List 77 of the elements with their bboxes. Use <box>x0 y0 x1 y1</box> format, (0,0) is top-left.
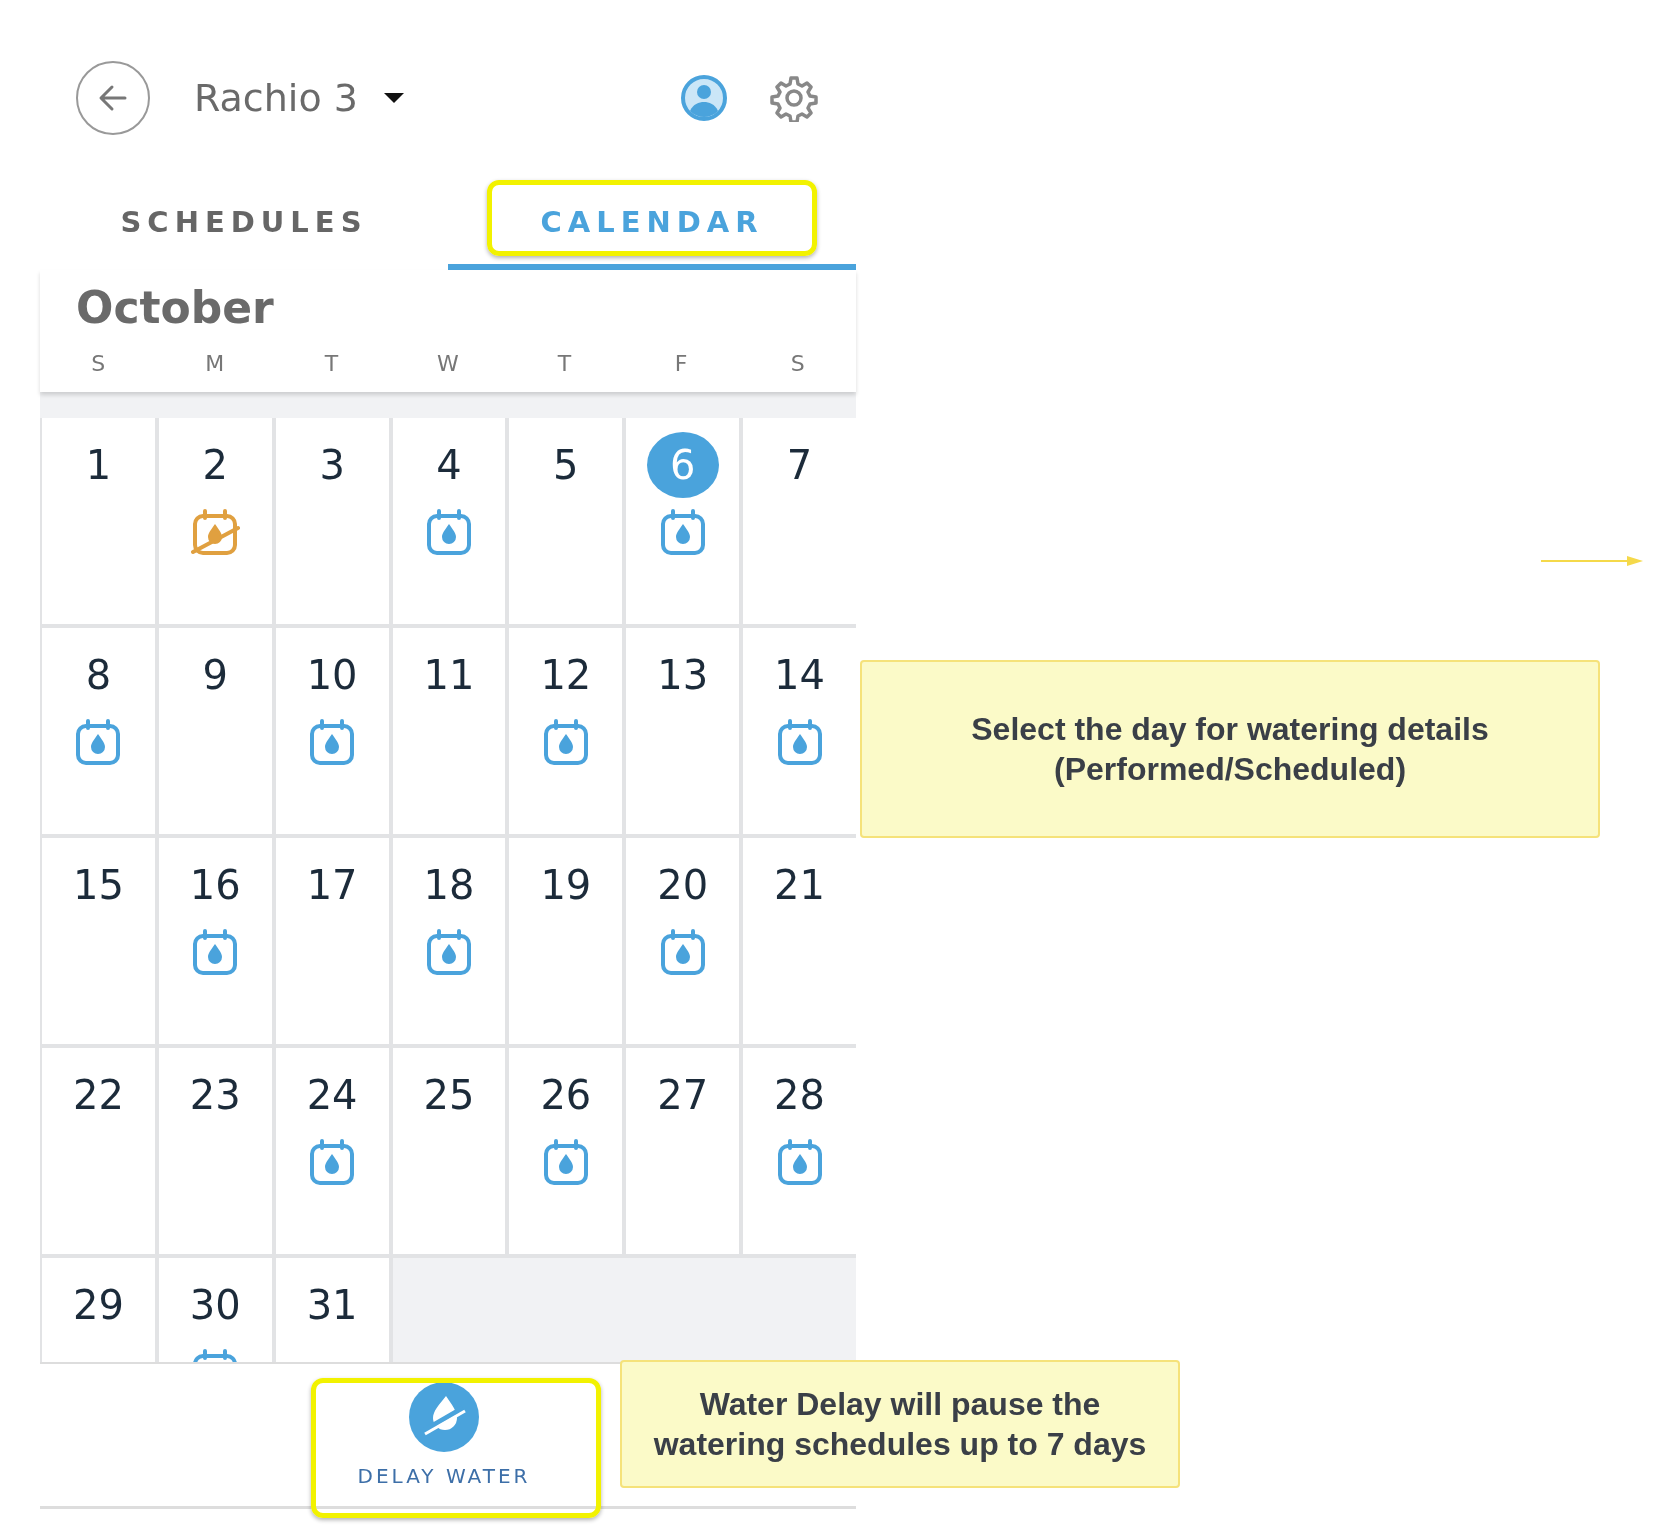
weekday-label: W <box>436 351 460 376</box>
weekday-label: S <box>90 351 107 376</box>
day-cell[interactable]: 8 <box>42 628 155 834</box>
profile-icon[interactable] <box>680 74 728 122</box>
day-cell[interactable]: 23 <box>158 1048 272 1254</box>
day-cell[interactable]: 26 <box>509 1048 623 1254</box>
day-cell[interactable]: 9 <box>158 628 272 834</box>
weekday-label: S <box>789 351 806 376</box>
tab[interactable]: SCHEDULES <box>40 180 448 270</box>
day-number: 24 <box>305 1071 359 1120</box>
day-number: 19 <box>539 861 593 910</box>
day-number: 11 <box>422 651 476 700</box>
delay-drop-icon <box>409 1382 479 1452</box>
annotation-note: Select the day for watering details (Performed/Scheduled) <box>860 660 1600 838</box>
day-number: 27 <box>656 1071 710 1120</box>
day-cell[interactable]: 25 <box>392 1048 506 1254</box>
weekday-label: M <box>204 351 226 376</box>
day-cell[interactable]: 7 <box>743 418 856 624</box>
day-cell[interactable]: 16 <box>158 838 272 1044</box>
device-dropdown[interactable]: Rachio 3 <box>194 76 406 120</box>
day-cell[interactable]: 27 <box>626 1048 740 1254</box>
day-number: 5 <box>552 441 580 490</box>
day-cell[interactable]: 11 <box>392 628 506 834</box>
day-number: 14 <box>773 651 826 700</box>
day-number: 12 <box>539 651 593 700</box>
day-cell[interactable]: 13 <box>626 628 740 834</box>
day-cell[interactable]: 14 <box>743 628 856 834</box>
day-number: 17 <box>305 861 359 910</box>
annotation-note: Water Delay will pause the watering schedules up to 7 days <box>620 1360 1180 1488</box>
month-title: October <box>76 282 275 333</box>
day-number: 16 <box>188 861 242 910</box>
day-number: 23 <box>188 1071 242 1120</box>
day-cell[interactable]: 15 <box>42 838 155 1044</box>
day-cell[interactable]: 28 <box>743 1048 856 1254</box>
day-cell[interactable]: 22 <box>42 1048 155 1254</box>
day-number: 13 <box>656 651 710 700</box>
day-cell[interactable]: 19 <box>509 838 623 1044</box>
day-number: 26 <box>539 1071 593 1120</box>
day-number: 31 <box>305 1281 359 1330</box>
day-cell[interactable]: 18 <box>392 838 506 1044</box>
day-cell[interactable]: 29 <box>42 1258 155 1362</box>
day-cell[interactable]: 12 <box>509 628 623 834</box>
settings-icon[interactable] <box>770 74 818 122</box>
day-number: 29 <box>71 1281 125 1330</box>
day-number: 8 <box>84 651 113 700</box>
day-number: 6 <box>646 432 719 498</box>
day-cell[interactable]: 20 <box>626 838 740 1044</box>
weekday-label: T <box>323 351 340 376</box>
day-cell[interactable]: 3 <box>275 418 389 624</box>
day-cell[interactable]: 5 <box>509 418 623 624</box>
weekday-label: F <box>673 351 689 376</box>
day-number: 22 <box>71 1071 125 1120</box>
day-cell[interactable]: 21 <box>743 838 856 1044</box>
day-number: 7 <box>785 441 814 490</box>
day-number: 25 <box>422 1071 476 1120</box>
day-number: 9 <box>201 651 229 700</box>
arrow-icon <box>1541 555 1643 567</box>
day-number: 4 <box>435 441 463 490</box>
day-number: 21 <box>773 861 826 910</box>
day-number: 30 <box>188 1281 242 1330</box>
weekday-label: T <box>556 351 573 376</box>
day-number: 15 <box>71 861 125 910</box>
day-cell[interactable]: 17 <box>275 838 389 1044</box>
day-cell[interactable]: 4 <box>392 418 506 624</box>
day-cell[interactable]: 31 <box>275 1258 389 1362</box>
day-number: 18 <box>422 861 476 910</box>
day-number: 1 <box>84 441 113 490</box>
day-cell[interactable]: 2 <box>158 418 272 624</box>
day-number: 20 <box>656 861 710 910</box>
day-number: 2 <box>201 441 229 490</box>
day-cell[interactable]: 30 <box>158 1258 272 1362</box>
day-number: 28 <box>773 1071 826 1120</box>
day-number: 3 <box>318 441 346 490</box>
day-cell[interactable]: 10 <box>275 628 389 834</box>
day-cell[interactable]: 1 <box>42 418 155 624</box>
day-cell[interactable]: 24 <box>275 1048 389 1254</box>
day-number: 10 <box>305 651 359 700</box>
